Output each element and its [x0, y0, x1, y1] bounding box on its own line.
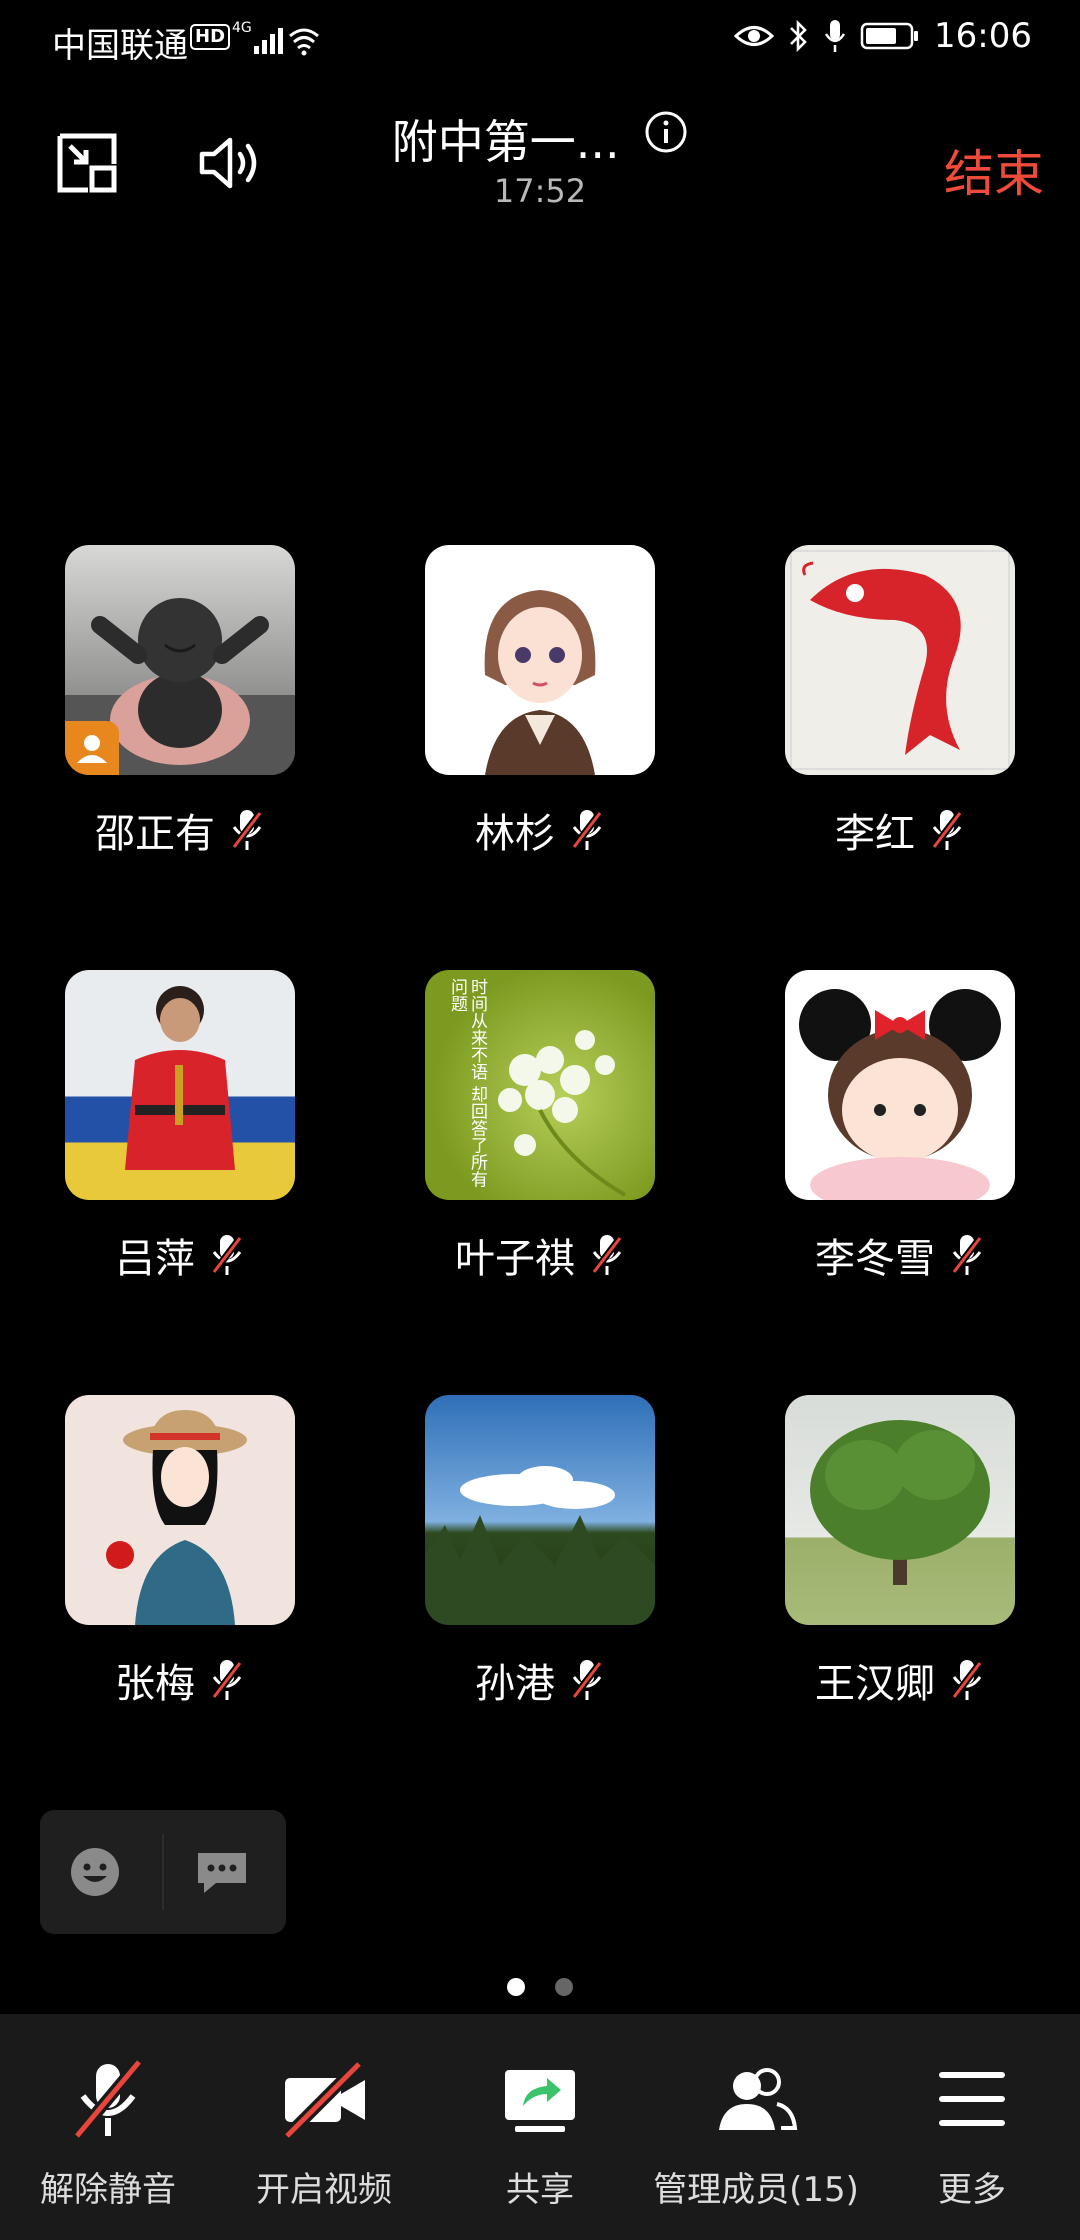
avatar — [65, 1395, 295, 1625]
participant-tile[interactable]: 李红 — [785, 545, 1015, 857]
end-meeting-button[interactable]: 结束 — [944, 134, 1044, 206]
emoji-icon[interactable] — [70, 1847, 120, 1897]
participant-name: 王汉卿 — [815, 1661, 935, 1707]
mic-muted-icon — [571, 1660, 603, 1700]
meeting-duration: 17:52 — [493, 172, 587, 210]
mic-muted-icon — [211, 1235, 243, 1275]
avatar — [425, 1395, 655, 1625]
avatar: 时间从来不语 却回答了所有问题 — [425, 970, 655, 1200]
avatar — [785, 970, 1015, 1200]
hd-badge: HD — [190, 24, 231, 50]
participant-name: 孙港 — [475, 1661, 555, 1707]
page-dot-2[interactable] — [555, 1978, 573, 1996]
mic-muted-icon — [931, 810, 963, 850]
participant-tile[interactable]: 邵正有 — [65, 545, 295, 857]
more-button[interactable]: 更多 — [864, 2054, 1080, 2211]
participant-name-row: 张梅 — [5, 1651, 355, 1709]
participant-name-row: 王汉卿 — [725, 1651, 1075, 1709]
manage-members-button[interactable]: 管理成员(15) — [648, 2054, 864, 2211]
bluetooth-icon — [790, 19, 807, 53]
battery-icon — [860, 22, 919, 50]
cellular-signal-icon: 4G — [232, 20, 319, 56]
start-video-label: 开启视频 — [256, 2170, 392, 2210]
mic-muted-icon — [72, 2058, 144, 2140]
carrier-name: 中国联通 — [52, 26, 188, 66]
avatar — [65, 970, 295, 1200]
reaction-panel — [40, 1810, 286, 1934]
host-badge — [65, 721, 119, 775]
microphone-icon — [824, 20, 846, 52]
mic-muted-icon — [951, 1235, 983, 1275]
manage-members-label: 管理成员(15) — [653, 2170, 859, 2210]
meeting-title-text: 附中第一... — [391, 115, 620, 169]
participant-tile[interactable]: 吕萍 — [65, 970, 295, 1282]
mic-muted-icon — [951, 1660, 983, 1700]
participant-tile[interactable]: 王汉卿 — [785, 1395, 1015, 1707]
meeting-title[interactable]: 附中第一... — [0, 106, 1080, 172]
avatar — [65, 545, 295, 775]
unmute-label: 解除静音 — [40, 2170, 176, 2210]
share-button[interactable]: 共享 — [432, 2054, 648, 2211]
chat-bubble-icon[interactable] — [194, 1847, 250, 1897]
participant-tile[interactable]: 林杉 — [425, 545, 655, 857]
eye-icon — [734, 26, 775, 46]
participant-name: 李红 — [835, 811, 915, 857]
divider — [162, 1834, 164, 1910]
participant-name: 林杉 — [475, 811, 555, 857]
status-bar: 中国联通 HD 4G 16:06 — [0, 0, 1080, 80]
status-icons: 16:06 — [734, 16, 1032, 56]
page-indicator[interactable] — [0, 1978, 1080, 1996]
svg-text:4G: 4G — [232, 20, 252, 36]
participant-tile[interactable]: 张梅 — [65, 1395, 295, 1707]
avatar-caption: 时间从来不语 却回答了所有问题 — [447, 978, 487, 1188]
participant-name: 叶子祺 — [455, 1236, 575, 1282]
info-icon[interactable] — [644, 110, 688, 154]
avatar — [425, 545, 655, 775]
clock: 16:06 — [934, 16, 1032, 56]
participant-name-row: 吕萍 — [5, 1226, 355, 1284]
share-screen-icon — [505, 2070, 575, 2132]
participant-name-row: 林杉 — [365, 801, 715, 859]
participant-name: 邵正有 — [95, 811, 215, 857]
mic-muted-icon — [211, 1660, 243, 1700]
share-label: 共享 — [506, 2170, 574, 2210]
participant-name: 李冬雪 — [815, 1236, 935, 1282]
unmute-button[interactable]: 解除静音 — [0, 2054, 216, 2211]
participant-name: 吕萍 — [115, 1236, 195, 1282]
participant-name-row: 李冬雪 — [725, 1226, 1075, 1284]
avatar — [785, 1395, 1015, 1625]
participant-name-row: 李红 — [725, 801, 1075, 859]
participant-name-row: 孙港 — [365, 1651, 715, 1709]
participant-tile[interactable]: 孙港 — [425, 1395, 655, 1707]
participant-tile[interactable]: 李冬雪 — [785, 970, 1015, 1282]
avatar — [785, 545, 1015, 775]
more-label: 更多 — [938, 2170, 1006, 2210]
participant-name: 张梅 — [115, 1661, 195, 1707]
video-off-icon — [282, 2059, 365, 2141]
host-icon — [77, 735, 107, 763]
start-video-button[interactable]: 开启视频 — [216, 2054, 432, 2211]
members-icon — [719, 2068, 798, 2130]
participant-name-row: 邵正有 — [5, 801, 355, 859]
page-dot-1[interactable] — [507, 1978, 525, 1996]
menu-icon — [939, 2072, 1005, 2126]
participant-tile[interactable]: 时间从来不语 却回答了所有问题 叶子祺 — [425, 970, 655, 1282]
mic-muted-icon — [571, 810, 603, 850]
participant-name-row: 叶子祺 — [365, 1226, 715, 1284]
mic-muted-icon — [231, 810, 263, 850]
mic-muted-icon — [591, 1235, 623, 1275]
bottom-toolbar: 解除静音 开启视频 共享 管理成员(15) 更多 — [0, 2014, 1080, 2240]
